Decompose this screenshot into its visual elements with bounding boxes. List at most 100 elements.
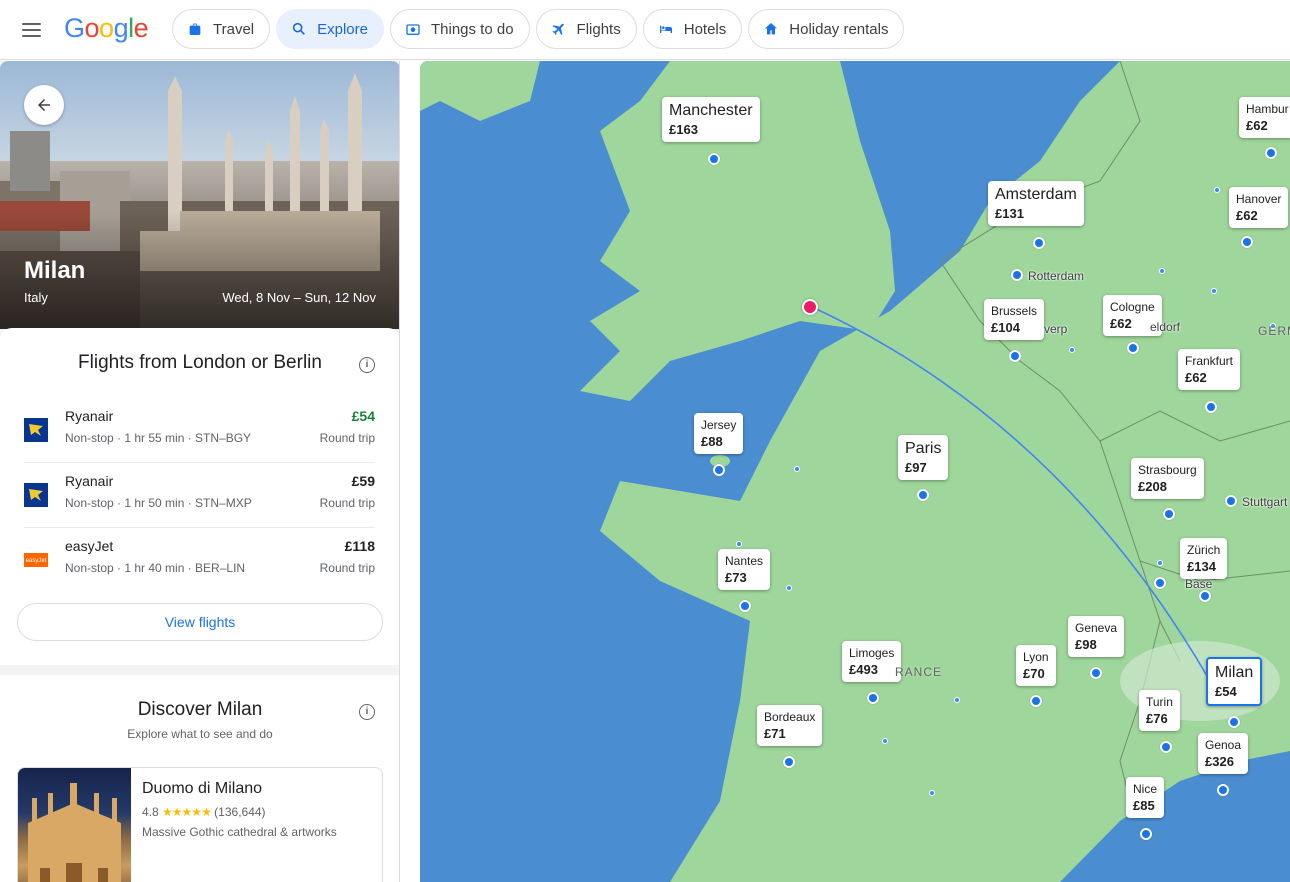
- map-label-city: Zürich: [1187, 543, 1221, 557]
- map-label-city: Hanover: [1236, 192, 1282, 206]
- map-label-price: £85: [1133, 798, 1155, 813]
- view-flights-button[interactable]: View flights: [17, 603, 383, 641]
- airport-pin-icon[interactable]: [1011, 269, 1023, 281]
- airport-pin-icon[interactable]: [1030, 695, 1042, 707]
- map-label-manchester[interactable]: Manchester £163: [662, 97, 760, 142]
- map-label-city: Geneva: [1075, 621, 1118, 635]
- nav-tabs: Travel Explore Things to do Flights Hotels Ho…: [172, 9, 905, 49]
- tab-holiday-rentals[interactable]: Holiday rentals: [748, 9, 905, 49]
- airport-pin-icon[interactable]: [1154, 577, 1166, 589]
- explore-map[interactable]: Manchester £163 Hambur £62 Amsterdam £131 Hano…: [420, 61, 1290, 882]
- ryanair-logo-icon: [24, 483, 48, 507]
- map-city-dot[interactable]: [954, 697, 960, 703]
- airport-pin-icon[interactable]: [1160, 741, 1172, 753]
- airport-pin-icon[interactable]: [1228, 716, 1240, 728]
- place-card[interactable]: Duomo di Milano 4.8 ★★★★★ (136,644) Mass…: [17, 767, 383, 882]
- map-label-turin[interactable]: Turin £76: [1139, 690, 1180, 731]
- map-city-dot[interactable]: [1159, 268, 1165, 274]
- map-label-hanover[interactable]: Hanover £62: [1229, 187, 1289, 228]
- map-label-price: £62: [1246, 118, 1268, 133]
- destination-country: Italy: [24, 290, 48, 305]
- map-label-frankfurt[interactable]: Frankfurt £62: [1178, 349, 1241, 390]
- map-label-city: Genoa: [1205, 738, 1242, 752]
- rating-stars-icon: ★★★★★: [162, 805, 212, 819]
- map-label-zurich[interactable]: Zürich £134: [1180, 538, 1228, 579]
- map-city-dot[interactable]: [1211, 288, 1217, 294]
- google-logo[interactable]: Google: [64, 13, 149, 44]
- destination-city: Milan: [24, 257, 86, 284]
- tab-explore[interactable]: Explore: [276, 9, 384, 49]
- flight-row[interactable]: Ryanair Non-stop · 1 hr 55 min · STN–BGY £…: [24, 398, 375, 463]
- map-label-milan[interactable]: Milan £54: [1206, 657, 1263, 706]
- map-label-lyon[interactable]: Lyon £70: [1016, 645, 1056, 686]
- map-label-geneva[interactable]: Geneva £98: [1068, 616, 1125, 657]
- map-city-dot[interactable]: [736, 541, 742, 547]
- map-place-name: Stuttgart: [1242, 495, 1288, 509]
- map-label-genoa[interactable]: Genoa £326: [1198, 733, 1249, 774]
- map-label-nantes[interactable]: Nantes £73: [718, 549, 771, 590]
- airport-pin-icon[interactable]: [1163, 508, 1175, 520]
- airport-pin-icon[interactable]: [917, 489, 929, 501]
- airport-pin-icon[interactable]: [1241, 236, 1253, 248]
- airport-pin-icon[interactable]: [783, 756, 795, 768]
- airport-pin-icon[interactable]: [1033, 237, 1045, 249]
- flight-row[interactable]: easyJet easyJet Non-stop · 1 hr 40 min · B…: [24, 528, 375, 593]
- map-label-price: £88: [701, 434, 723, 449]
- airport-pin-icon[interactable]: [1127, 342, 1139, 354]
- airport-pin-icon[interactable]: [1205, 401, 1217, 413]
- airport-pin-icon[interactable]: [1090, 667, 1102, 679]
- map-city-dot[interactable]: [929, 790, 935, 796]
- map-place-name: verp: [1044, 322, 1068, 336]
- map-label-paris[interactable]: Paris £97: [898, 435, 949, 480]
- flight-row[interactable]: Ryanair Non-stop · 1 hr 50 min · STN–MXP £…: [24, 463, 375, 528]
- map-label-bordeaux[interactable]: Bordeaux £71: [757, 705, 823, 746]
- back-button[interactable]: [24, 85, 64, 125]
- arrow-back-icon: [38, 99, 50, 111]
- map-city-dot[interactable]: [1069, 347, 1075, 353]
- map-city-dot[interactable]: [1214, 187, 1220, 193]
- airport-pin-icon[interactable]: [739, 600, 751, 612]
- airport-pin-icon[interactable]: [867, 692, 879, 704]
- map-label-limoges[interactable]: Limoges £493: [842, 641, 902, 682]
- map-label-city: Bordeaux: [764, 710, 816, 724]
- map-label-price: £98: [1075, 637, 1097, 652]
- airport-pin-icon[interactable]: [1217, 784, 1229, 796]
- flight-price: £118: [344, 538, 375, 554]
- map-city-dot[interactable]: [794, 466, 800, 472]
- map-label-brussels[interactable]: Brussels £104: [984, 299, 1045, 340]
- map-city-dot[interactable]: [786, 585, 792, 591]
- place-name: Duomo di Milano: [142, 780, 263, 797]
- airport-pin-icon[interactable]: [1225, 495, 1237, 507]
- bed-icon: [657, 20, 675, 38]
- map-city-dot[interactable]: [1157, 560, 1163, 566]
- airport-pin-icon[interactable]: [1265, 147, 1277, 159]
- airport-pin-icon[interactable]: [1140, 828, 1152, 840]
- map-city-dot[interactable]: [882, 738, 888, 744]
- tab-hotels[interactable]: Hotels: [642, 9, 743, 49]
- origin-marker: [802, 299, 818, 315]
- map-label-hamburg[interactable]: Hambur £62: [1239, 97, 1290, 138]
- map-place-name: eldorf: [1150, 320, 1181, 334]
- airline-name: Ryanair: [65, 473, 114, 489]
- flight-price: £59: [351, 473, 375, 489]
- info-icon[interactable]: i: [359, 357, 375, 373]
- info-icon[interactable]: i: [359, 704, 375, 720]
- duomo-thumbnail: [18, 768, 131, 882]
- tab-things-to-do[interactable]: Things to do: [389, 9, 530, 49]
- map-label-jersey[interactable]: Jersey £88: [694, 413, 744, 454]
- main-menu-icon[interactable]: [22, 17, 50, 43]
- tab-travel[interactable]: Travel: [172, 9, 271, 49]
- tab-label: Explore: [317, 20, 368, 38]
- airport-pin-icon[interactable]: [1009, 350, 1021, 362]
- map-label-amsterdam[interactable]: Amsterdam £131: [988, 181, 1084, 226]
- airport-pin-icon[interactable]: [708, 153, 720, 165]
- map-label-price: £62: [1236, 208, 1258, 223]
- airport-pin-icon[interactable]: [1199, 590, 1211, 602]
- map-label-strasbourg[interactable]: Strasbourg £208: [1131, 458, 1204, 499]
- map-label-nice[interactable]: Nice £85: [1126, 777, 1165, 818]
- tab-flights[interactable]: Flights: [535, 9, 637, 49]
- discover-title: Discover Milan: [137, 699, 263, 720]
- flights-card: Flights from London or Berlin i Ryanair N…: [0, 328, 399, 665]
- airport-pin-icon[interactable]: [713, 464, 725, 476]
- trip-dates[interactable]: Wed, 8 Nov – Sun, 12 Nov: [222, 290, 376, 305]
